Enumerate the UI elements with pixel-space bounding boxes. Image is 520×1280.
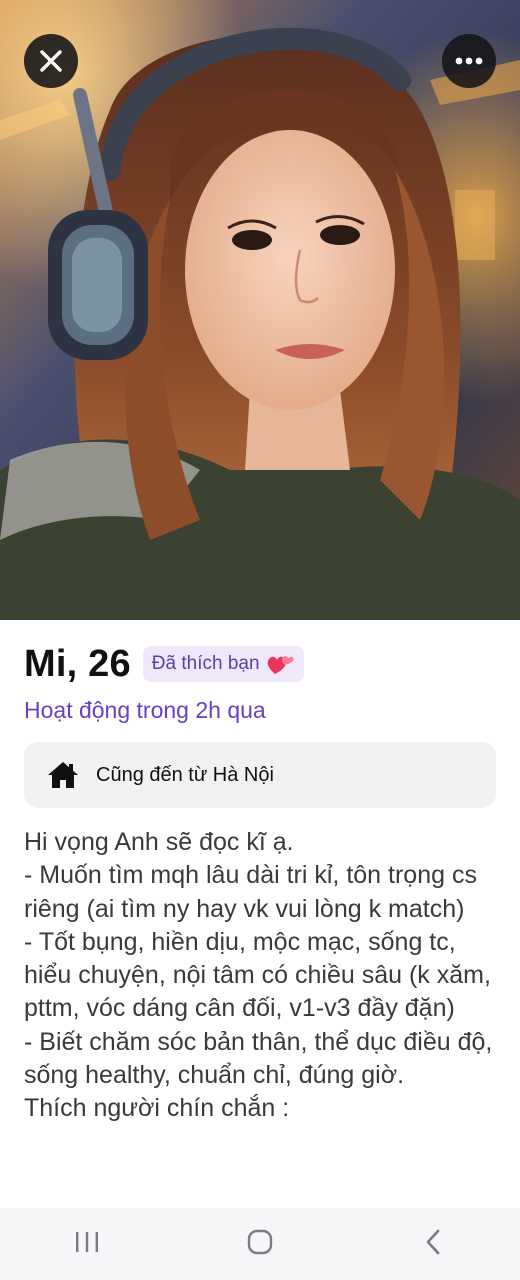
hometown-text: Cũng đến từ Hà Nội [96, 763, 274, 786]
home-nav-button[interactable] [220, 1216, 300, 1272]
bio-text: Hi vọng Anh sẽ đọc kĩ ạ. - Muốn tìm mqh … [24, 828, 493, 1123]
home-icon [46, 758, 80, 792]
profile-photo-illustration [0, 0, 520, 620]
recent-apps-button[interactable] [47, 1216, 127, 1272]
profile-photo[interactable] [0, 0, 520, 620]
activity-status: Hoạt động trong 2h qua [24, 697, 266, 723]
more-options-button[interactable] [442, 34, 496, 88]
name-row: Mi, 26 Đã thích bạn [24, 642, 304, 686]
more-icon [455, 57, 483, 65]
profile-screen: Mi, 26 Đã thích bạn Hoạt động trong 2h q… [0, 0, 520, 1280]
home-nav-icon [246, 1228, 274, 1261]
liked-you-label: Đã thích bạn [151, 653, 260, 674]
back-button[interactable] [393, 1216, 473, 1272]
back-icon [423, 1228, 443, 1261]
liked-you-badge: Đã thích bạn [142, 646, 304, 682]
recent-apps-icon [74, 1230, 100, 1259]
system-navigation-bar [0, 1208, 520, 1280]
two-hearts-icon [266, 651, 294, 677]
profile-info: Mi, 26 Đã thích bạn Hoạt động trong 2h q… [0, 620, 520, 1280]
close-button[interactable] [24, 34, 78, 88]
close-icon [38, 48, 64, 74]
name-age: Mi, 26 [24, 643, 131, 685]
hometown-card: Cũng đến từ Hà Nội [24, 742, 496, 808]
